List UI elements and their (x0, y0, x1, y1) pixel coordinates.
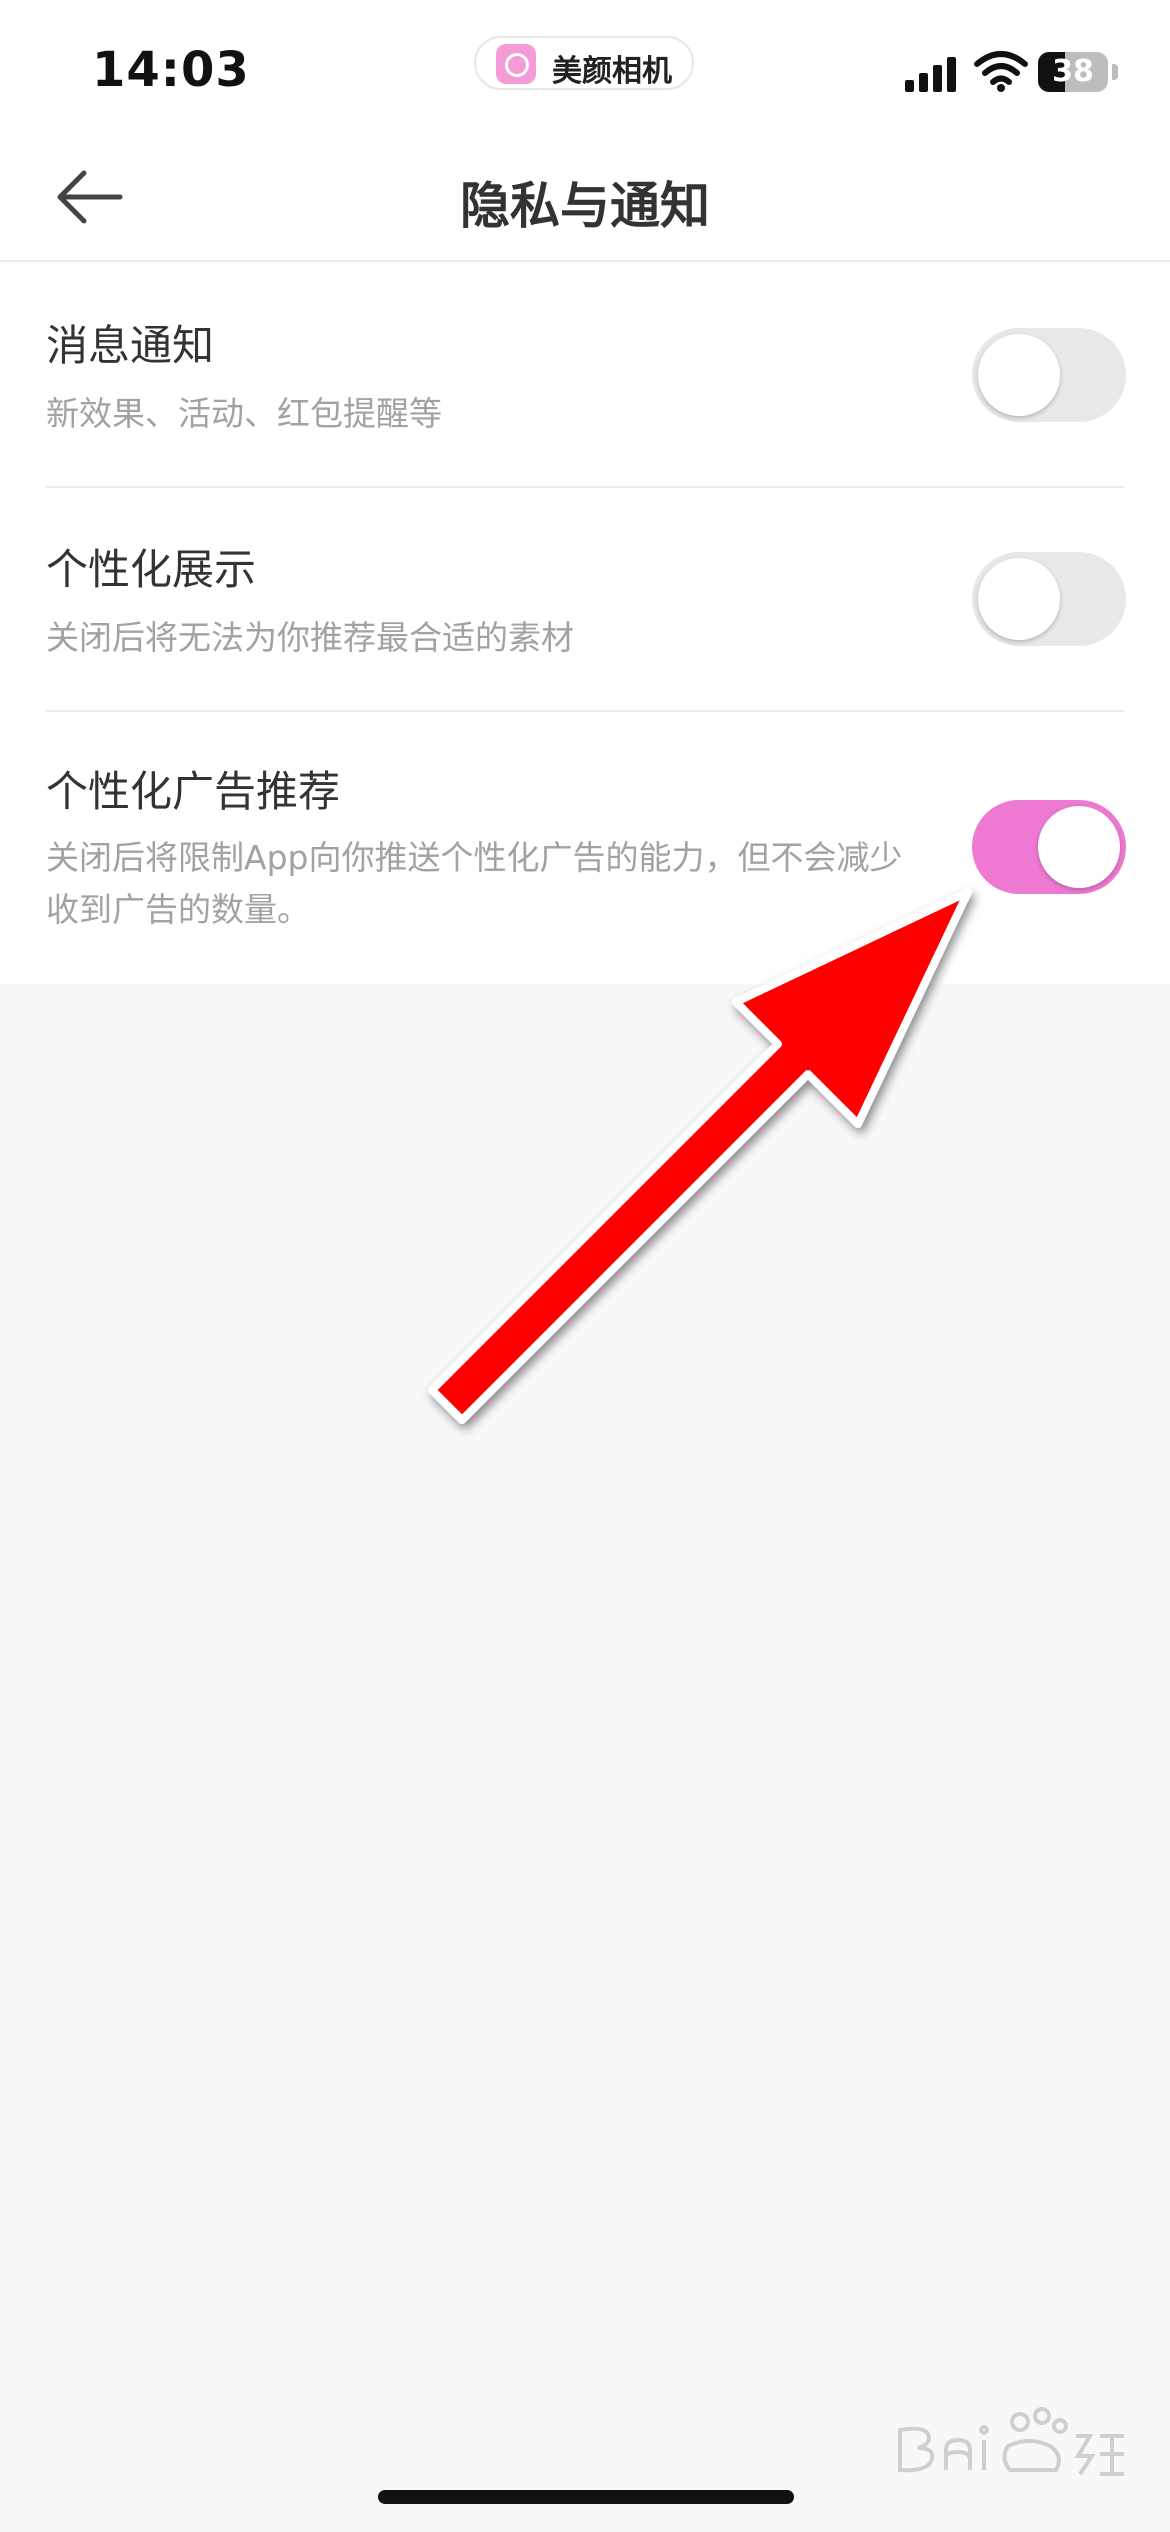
setting-item-message-notification: 消息通知 新效果、活动、红包提醒等 (46, 262, 1126, 486)
app-name: 美颜相机 (552, 54, 672, 89)
status-bar: 14:03 美颜相机 38 (0, 0, 1170, 130)
app-indicator-pill[interactable]: 美颜相机 (474, 36, 694, 90)
personalized-ads-toggle[interactable] (972, 800, 1126, 894)
personalized-display-toggle[interactable] (972, 552, 1126, 646)
setting-title: 消息通知 (46, 321, 215, 370)
page-title: 隐私与通知 (460, 177, 710, 235)
setting-description: 关闭后将限制App向你推送个性化广告的能力，但不会减少收到广告的数量。 (46, 838, 903, 929)
battery-tip (1112, 64, 1118, 80)
setting-item-personalized-ads: 个性化广告推荐 关闭后将限制App向你推送个性化广告的能力，但不会减少收到广告的… (46, 712, 1126, 984)
home-indicator[interactable] (378, 2490, 794, 2504)
setting-item-personalized-display: 个性化展示 关闭后将无法为你推荐最合适的素材 (46, 488, 1126, 710)
status-time: 14:03 (92, 42, 250, 98)
setting-description: 新效果、活动、红包提醒等 (46, 394, 442, 433)
app-icon (496, 44, 536, 84)
settings-list: 消息通知 新效果、活动、红包提醒等 个性化展示 关闭后将无法为你推荐最合适的素材… (0, 262, 1170, 984)
setting-title: 个性化展示 (46, 545, 257, 594)
signal-icon (905, 56, 961, 92)
nav-bar: 隐私与通知 (0, 130, 1170, 262)
battery-icon: 38 (1038, 52, 1108, 92)
setting-description: 关闭后将无法为你推荐最合适的素材 (46, 618, 574, 657)
message-notification-toggle[interactable] (972, 328, 1126, 422)
battery-level-text: 38 (1052, 54, 1094, 89)
baidu-jingyan-logo (898, 2407, 1124, 2476)
toggle-knob (978, 558, 1060, 640)
setting-title: 个性化广告推荐 (46, 767, 341, 816)
toggle-knob (978, 334, 1060, 416)
wifi-icon (974, 51, 1028, 92)
toggle-knob (1038, 806, 1120, 888)
